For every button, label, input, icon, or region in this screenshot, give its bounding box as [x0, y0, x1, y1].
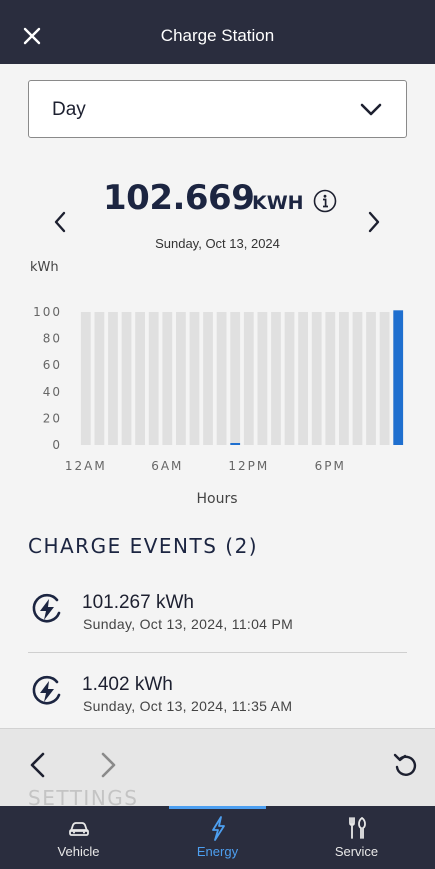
x-tick-label: 6PM	[315, 459, 346, 473]
chart-bar[interactable]	[230, 443, 241, 445]
car-icon	[68, 822, 89, 836]
bar-background	[338, 312, 349, 445]
charge-bolt-icon	[32, 593, 61, 623]
x-tick-label: 12AM	[65, 459, 107, 473]
reload-icon[interactable]	[392, 751, 420, 779]
y-axis-label: kWh	[30, 260, 59, 275]
chevron-down-icon	[360, 103, 382, 116]
tab-service[interactable]: Service	[284, 806, 429, 869]
charge-bolt-icon	[32, 675, 61, 705]
bar-background	[243, 312, 254, 445]
x-tick-label: 6AM	[151, 459, 183, 473]
period-select-value: Day	[52, 99, 86, 120]
bar-background	[216, 312, 227, 445]
chevron-right-icon[interactable]	[100, 751, 118, 779]
bar-background	[311, 312, 322, 445]
bar-background	[230, 312, 241, 445]
bar-background	[257, 312, 268, 445]
chart-bar[interactable]	[393, 310, 404, 445]
tools-icon	[348, 817, 366, 839]
hourly-energy-chart: kWh 100 80 60 40 20 0 12AM 6AM 12PM 6PM Hours	[30, 260, 404, 507]
bar-background	[148, 312, 159, 445]
active-tab-indicator	[169, 806, 266, 809]
lightning-icon	[211, 816, 225, 841]
tab-vehicle[interactable]: Vehicle	[6, 806, 151, 869]
x-tick-label: 12PM	[228, 459, 269, 473]
charge-events-heading: CHARGE EVENTS (2)	[28, 534, 259, 558]
bar-background	[94, 312, 105, 445]
bar-background	[189, 312, 200, 445]
bar-background	[203, 312, 213, 445]
period-select[interactable]: Day	[28, 80, 407, 138]
y-tick-label: 40	[43, 385, 62, 399]
next-day-button[interactable]	[366, 210, 382, 234]
info-icon[interactable]	[313, 189, 337, 213]
charge-event-time: Sunday, Oct 13, 2024, 11:35 AM	[83, 698, 293, 714]
bar-background	[352, 312, 363, 445]
charge-event-item[interactable]: 101.267 kWh Sunday, Oct 13, 2024, 11:04 …	[28, 592, 407, 672]
x-axis-label: Hours	[196, 491, 237, 507]
summary-date: Sunday, Oct 13, 2024	[155, 236, 280, 251]
bar-background	[284, 312, 295, 445]
total-energy-unit: KWH	[252, 192, 304, 214]
bar-background	[175, 312, 186, 445]
bar-background	[379, 312, 390, 445]
y-tick-label: 20	[43, 411, 62, 425]
charge-event-energy: 101.267 kWh	[82, 592, 194, 613]
y-tick-label: 60	[43, 358, 62, 372]
tab-energy[interactable]: Energy	[145, 806, 290, 869]
divider	[28, 652, 407, 653]
charge-event-time: Sunday, Oct 13, 2024, 11:04 PM	[83, 616, 294, 632]
bar-background	[298, 312, 309, 445]
y-tick-label: 80	[43, 332, 62, 346]
tab-service-label: Service	[334, 844, 379, 859]
tab-energy-label: Energy	[196, 844, 239, 859]
tab-vehicle-label: Vehicle	[57, 844, 100, 859]
y-tick-label: 0	[52, 438, 62, 452]
charge-event-energy: 1.402 kWh	[82, 674, 173, 695]
bar-background	[135, 312, 146, 445]
page-title: Charge Station	[160, 26, 275, 45]
total-energy-value: 102.669	[103, 178, 255, 218]
bottom-tab-bar: Vehicle Energy Service	[0, 806, 435, 869]
y-tick-label: 100	[33, 305, 62, 319]
bar-background	[162, 312, 173, 445]
bar-background	[80, 312, 91, 445]
bar-background	[366, 312, 376, 445]
bar-background	[271, 312, 281, 445]
bar-background	[121, 312, 132, 445]
top-bar: Charge Station	[0, 0, 435, 64]
bar-background	[325, 312, 336, 445]
previous-day-button[interactable]	[52, 210, 68, 234]
chevron-left-icon[interactable]	[28, 751, 46, 779]
bar-background	[108, 312, 118, 445]
